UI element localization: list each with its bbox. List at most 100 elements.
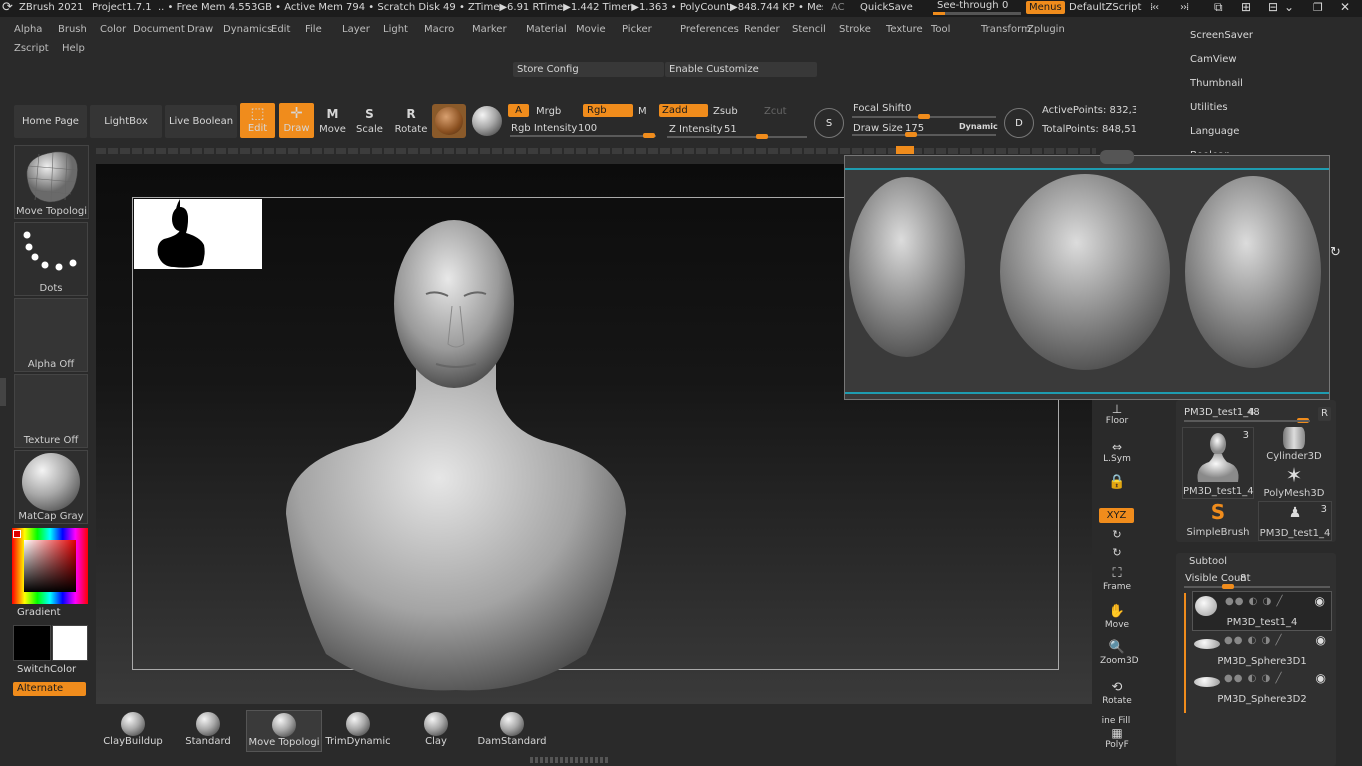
- color-square[interactable]: [24, 540, 76, 592]
- eye-icon[interactable]: ◉: [1315, 594, 1325, 608]
- menu-preferences[interactable]: Preferences: [680, 24, 744, 38]
- lightbox-button[interactable]: LightBox: [90, 105, 162, 138]
- menu-help[interactable]: Help: [62, 43, 102, 57]
- menu-transform[interactable]: Transform: [981, 24, 1031, 38]
- bottom-brush-5[interactable]: DamStandard: [475, 710, 549, 750]
- see-through-slider[interactable]: [933, 12, 1021, 15]
- menu-file[interactable]: File: [305, 24, 342, 38]
- subtool-row[interactable]: ●● ◐ ◑ ╱ ◉ PM3D_Sphere3D1: [1192, 631, 1332, 669]
- subtool-title[interactable]: Subtool: [1189, 556, 1227, 567]
- menu-zplugin[interactable]: Zplugin: [1027, 24, 1067, 38]
- texture-thumbnail[interactable]: Texture Off: [14, 374, 88, 448]
- tool-thumb-1[interactable]: Cylinder3D: [1258, 427, 1330, 463]
- zadd-button[interactable]: Zadd: [659, 104, 708, 117]
- zsub-button[interactable]: Zsub: [713, 106, 738, 117]
- right-nav-camview[interactable]: CamView: [1190, 53, 1350, 77]
- eye-icon[interactable]: ◉: [1316, 671, 1326, 685]
- rotate-button[interactable]: R Rotate: [391, 105, 431, 138]
- subtool-toggles[interactable]: ●● ◐ ◑ ╱: [1225, 596, 1283, 607]
- draw-size-slider[interactable]: [852, 134, 996, 136]
- xyz-button[interactable]: XYZ: [1099, 508, 1134, 523]
- menu-texture[interactable]: Texture: [886, 24, 931, 38]
- menu-material[interactable]: Material: [526, 24, 576, 38]
- dynamic-toggle[interactable]: Dynamic: [959, 122, 998, 131]
- load-layout-icon[interactable]: ⊟: [1268, 0, 1278, 14]
- left-tray-handle[interactable]: [0, 378, 6, 406]
- menu-color[interactable]: Color: [100, 24, 133, 38]
- zbrush-logo-icon[interactable]: ⟳: [2, 0, 13, 15]
- color-picker[interactable]: [12, 528, 88, 604]
- secondary-color-swatch[interactable]: [52, 625, 88, 661]
- bottom-brush-0[interactable]: ClayBuildup: [96, 710, 170, 750]
- eye-icon[interactable]: ◉: [1316, 633, 1326, 647]
- right-tray-handle[interactable]: [1100, 150, 1134, 164]
- edit-button[interactable]: ⬚ Edit: [240, 103, 275, 138]
- draw-size-knob[interactable]: [905, 132, 917, 137]
- visible-count-slider[interactable]: [1184, 586, 1330, 588]
- symmetry-d-icon[interactable]: D: [1004, 108, 1034, 138]
- m-button[interactable]: M: [638, 106, 647, 117]
- visible-count-knob[interactable]: [1222, 584, 1234, 589]
- main-color-swatch[interactable]: [13, 625, 51, 661]
- menu-brush[interactable]: Brush: [58, 24, 100, 38]
- menu-draw[interactable]: Draw: [187, 24, 223, 38]
- bottom-brush-1[interactable]: Standard: [171, 710, 245, 750]
- alpha-thumbnail[interactable]: Alpha Off: [14, 298, 88, 372]
- camera-lock-icon[interactable]: 🔒: [1100, 474, 1134, 504]
- divider-left-icon[interactable]: ⁞‹‹: [1150, 2, 1159, 13]
- draw-sphere-button[interactable]: [470, 104, 504, 138]
- material-thumbnail[interactable]: MatCap Gray: [14, 450, 88, 524]
- tool-thumb-2[interactable]: ✶ PolyMesh3D: [1258, 464, 1330, 500]
- menu-macro[interactable]: Macro: [424, 24, 472, 38]
- mrgb-button[interactable]: Mrgb: [536, 106, 561, 117]
- divider-right-icon[interactable]: ››⁞: [1180, 2, 1189, 13]
- menu-edit[interactable]: Edit: [271, 24, 305, 38]
- rgb-button[interactable]: Rgb: [583, 104, 633, 117]
- save-layout-icon[interactable]: ⊞: [1241, 0, 1251, 14]
- symmetry-s-icon[interactable]: S: [814, 108, 844, 138]
- lsym-button[interactable]: ⇔ L.Sym: [1100, 440, 1134, 470]
- gradient-label[interactable]: Gradient: [17, 607, 61, 618]
- menu-alpha[interactable]: Alpha: [14, 24, 58, 38]
- draw-button[interactable]: ✛ Draw: [279, 103, 314, 138]
- polyf-button[interactable]: ▦ PolyF: [1100, 726, 1134, 752]
- right-nav-boolean[interactable]: Boolean: [1190, 149, 1350, 153]
- frame-button[interactable]: ⛶ Frame: [1100, 566, 1134, 596]
- move-view-button[interactable]: ✋ Move: [1100, 604, 1134, 634]
- menu-movie[interactable]: Movie: [576, 24, 622, 38]
- enable-customize-button[interactable]: Enable Customize: [665, 62, 817, 77]
- menus-toggle[interactable]: Menus: [1026, 1, 1065, 14]
- top-ruler-knob[interactable]: [896, 146, 914, 154]
- slider-knob[interactable]: [933, 12, 945, 15]
- live-boolean-button[interactable]: Live Boolean: [165, 105, 237, 138]
- right-nav-language[interactable]: Language: [1190, 125, 1350, 149]
- bottom-brush-3[interactable]: TrimDynamic: [321, 710, 395, 750]
- move-button[interactable]: M Move: [316, 105, 349, 138]
- quicksave-button[interactable]: QuickSave: [860, 2, 913, 13]
- scale-button[interactable]: S Scale: [353, 105, 386, 138]
- right-nav-thumbnail[interactable]: Thumbnail: [1190, 77, 1350, 101]
- tool-slider[interactable]: [1184, 420, 1310, 422]
- zoom3d-button[interactable]: 🔍 Zoom3D: [1100, 640, 1139, 670]
- subtool-toggles[interactable]: ●● ◐ ◑ ╱: [1224, 673, 1282, 684]
- menu-marker[interactable]: Marker: [472, 24, 526, 38]
- menu-layer[interactable]: Layer: [342, 24, 383, 38]
- menu-zscript[interactable]: Zscript: [14, 43, 62, 57]
- menu-picker[interactable]: Picker: [622, 24, 680, 38]
- z-intensity-knob[interactable]: [756, 134, 768, 139]
- floor-button[interactable]: ⊥ Floor: [1100, 402, 1134, 432]
- a-button[interactable]: A: [508, 104, 529, 117]
- subtool-row[interactable]: ●● ◐ ◑ ╱ ◉ PM3D_test1_4: [1192, 591, 1332, 631]
- menu-stencil[interactable]: Stencil: [792, 24, 839, 38]
- color-cursor-icon[interactable]: [13, 530, 21, 538]
- switch-color-button[interactable]: SwitchColor: [17, 664, 76, 675]
- bottom-brush-2[interactable]: Move Topologi: [246, 710, 322, 752]
- focal-shift-knob[interactable]: [918, 114, 930, 119]
- right-nav-utilities[interactable]: Utilities: [1190, 101, 1350, 125]
- rgb-intensity-slider[interactable]: [510, 135, 656, 137]
- minimize-icon[interactable]: ⌄: [1284, 0, 1294, 14]
- reset-view-icon[interactable]: ↻: [1330, 245, 1341, 260]
- rgb-intensity-knob[interactable]: [643, 133, 655, 138]
- tool-thumb-0[interactable]: 3 PM3D_test1_4: [1182, 427, 1254, 499]
- close-icon[interactable]: ✕: [1340, 0, 1350, 14]
